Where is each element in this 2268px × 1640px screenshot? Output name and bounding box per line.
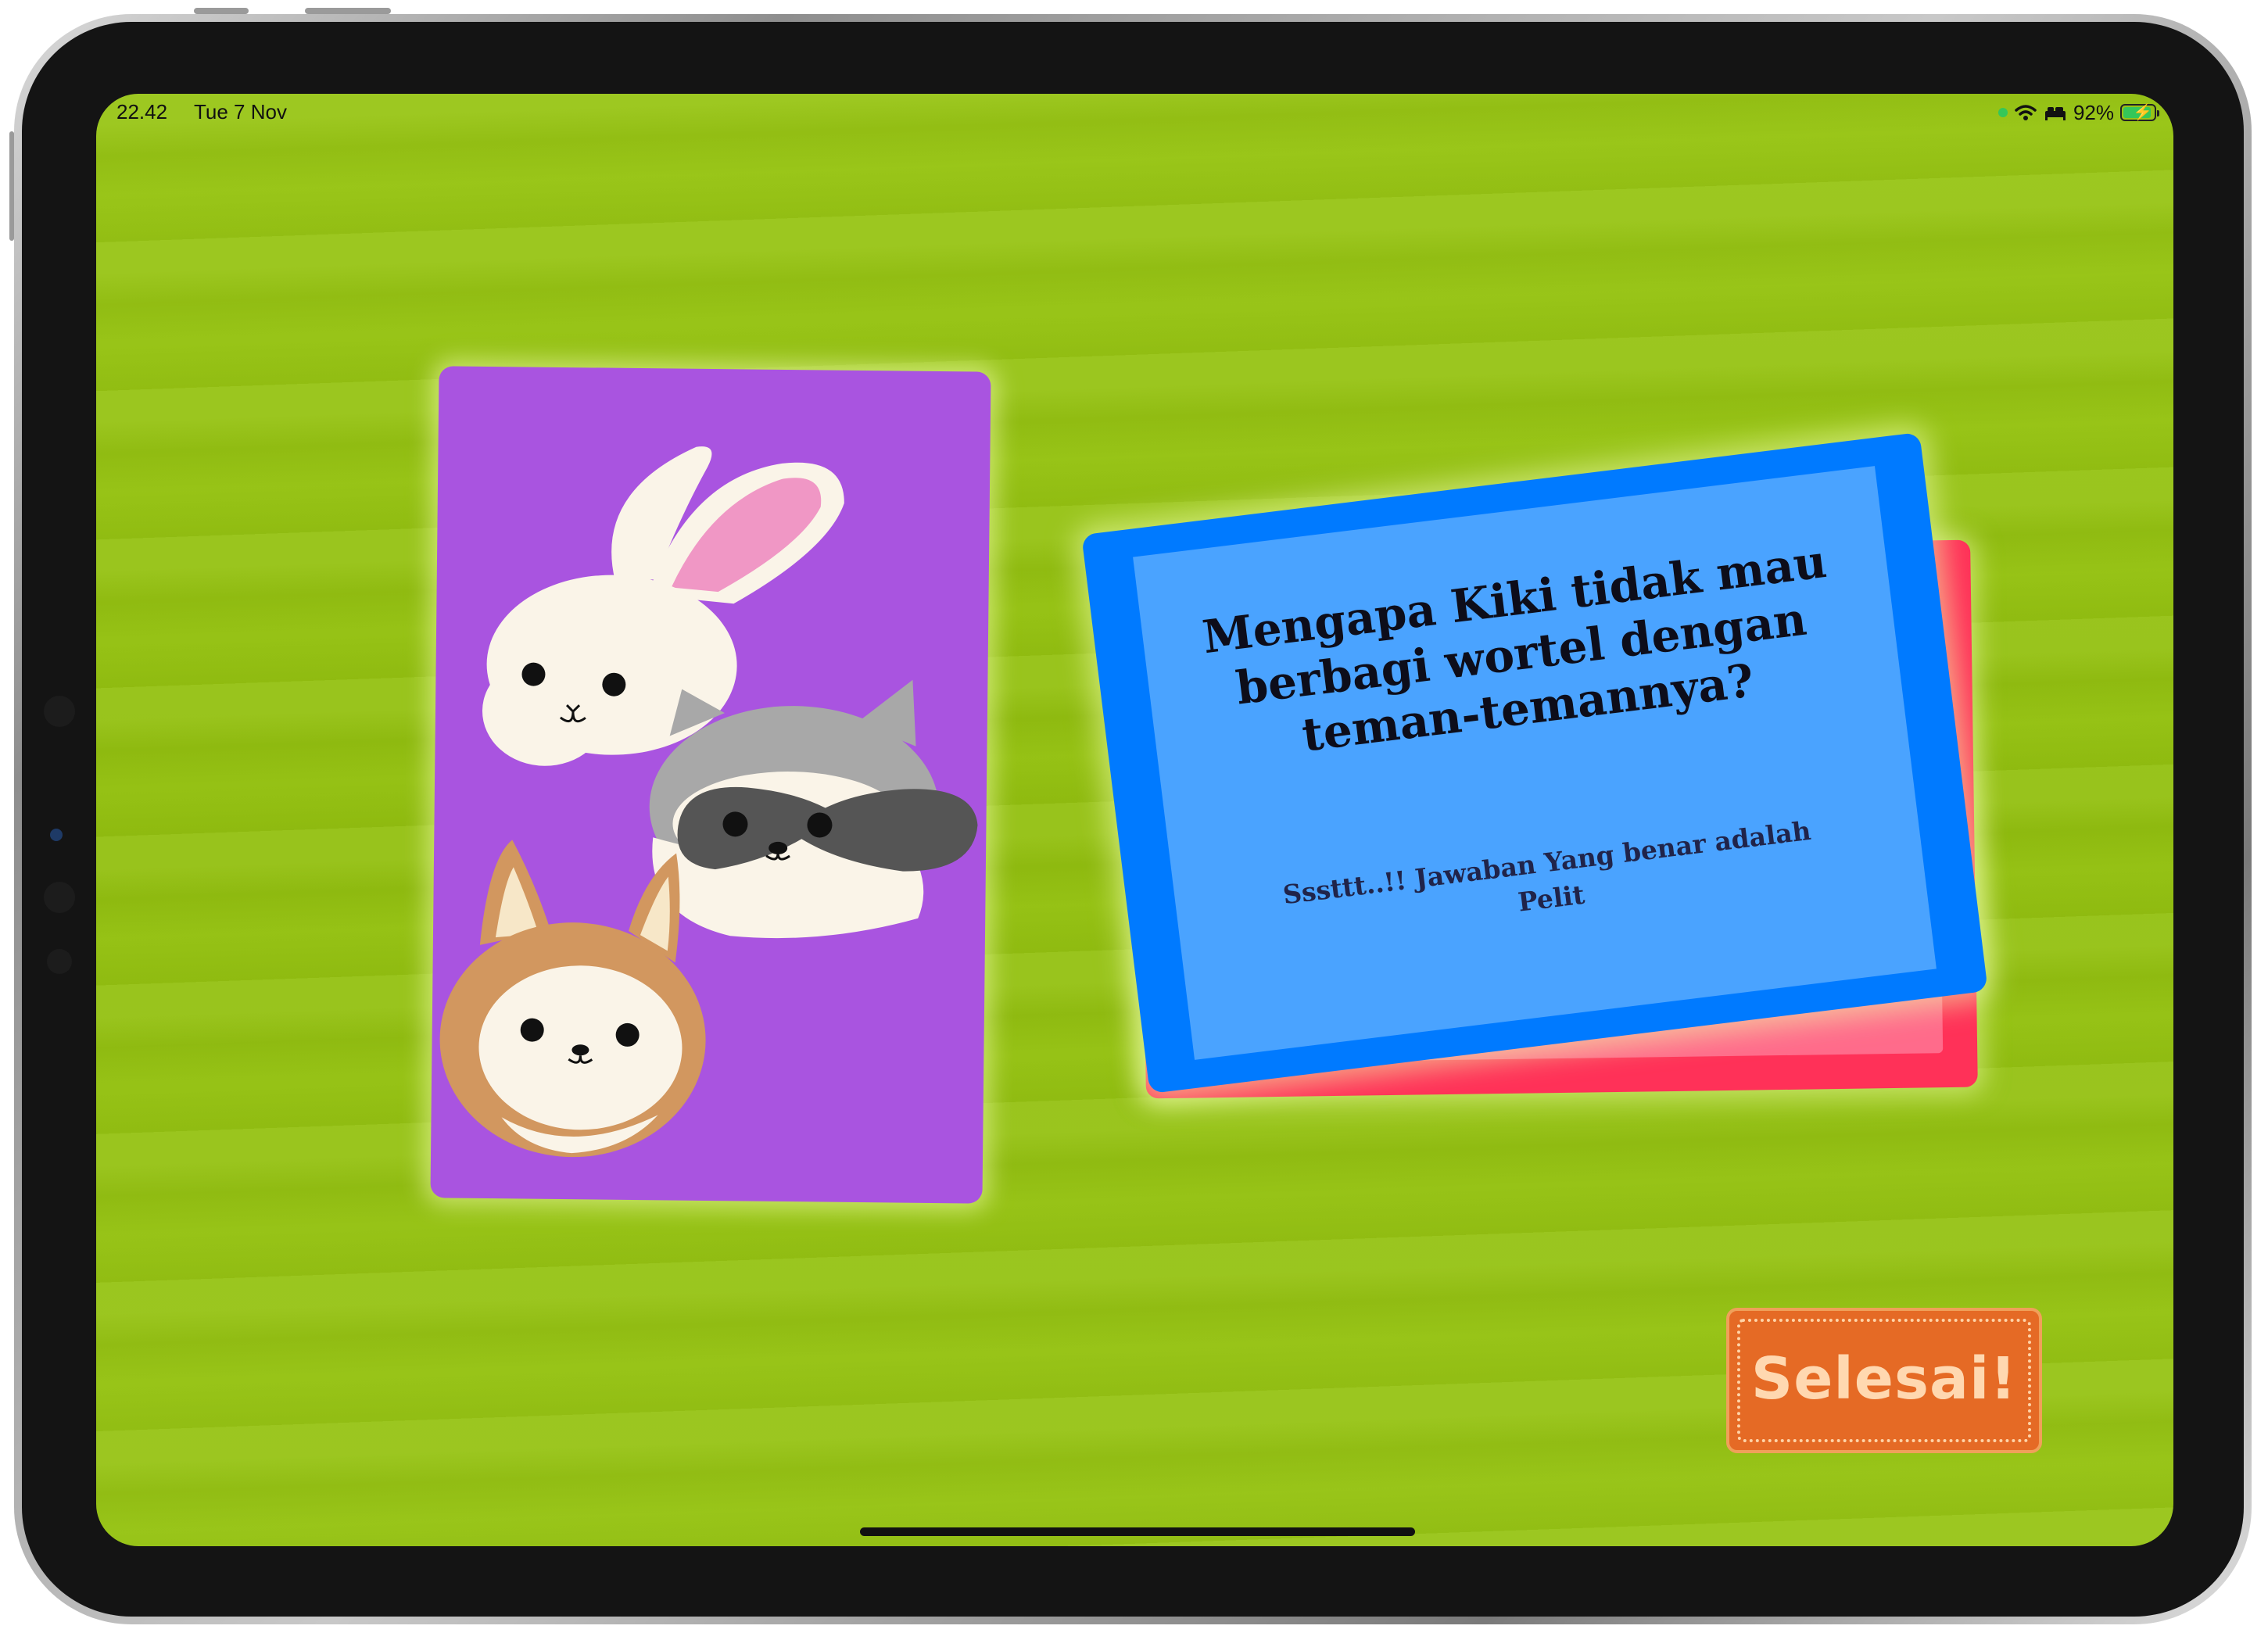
bed-icon [2044,107,2066,120]
green-dot-icon [1997,108,2008,117]
camera-dot [50,829,63,841]
answer-hint-text: Sssttt..!! Jawaban Yang benar adalah Pel… [1281,815,1813,918]
home-indicator[interactable] [860,1527,1415,1536]
fox-icon [439,840,706,1158]
done-button-label: Selesai! [1750,1345,2018,1413]
question-card-inner: Mengapa Kiki tidak mau berbagi wortel de… [1133,466,1937,1060]
question-card[interactable]: Mengapa Kiki tidak mau berbagi wortel de… [1081,431,1988,1094]
sensor-dot [44,696,75,727]
sensor-dot-2 [44,882,75,913]
wifi-icon [2015,105,2037,120]
side-button [9,131,14,241]
battery-cap [2157,110,2159,116]
story-card[interactable] [430,366,991,1204]
sensor-dot-3 [47,949,72,974]
charging-bolt-icon: ⚡ [2133,104,2152,121]
top-button-2 [305,8,391,14]
game-screen: 22.42 Tue 7 Nov 92% ⚡ Mengapa Kiki tidak… [96,94,2173,1546]
done-button[interactable]: Selesai! [1726,1308,2042,1453]
battery-charging-icon: ⚡ [2120,104,2159,121]
status-bar: 22.42 Tue 7 Nov 92% ⚡ [96,94,2173,141]
raccoon-icon [649,679,978,939]
animals-illustration [439,446,978,1158]
top-button [194,8,249,14]
battery-percent: 92% [2073,100,2114,124]
status-time: 22.42 [116,100,168,124]
status-date: Tue 7 Nov [194,100,287,124]
status-indicators: 92% ⚡ [1997,98,2159,127]
question-text: Mengapa Kiki tidak mau berbagi wortel de… [1199,534,1829,762]
